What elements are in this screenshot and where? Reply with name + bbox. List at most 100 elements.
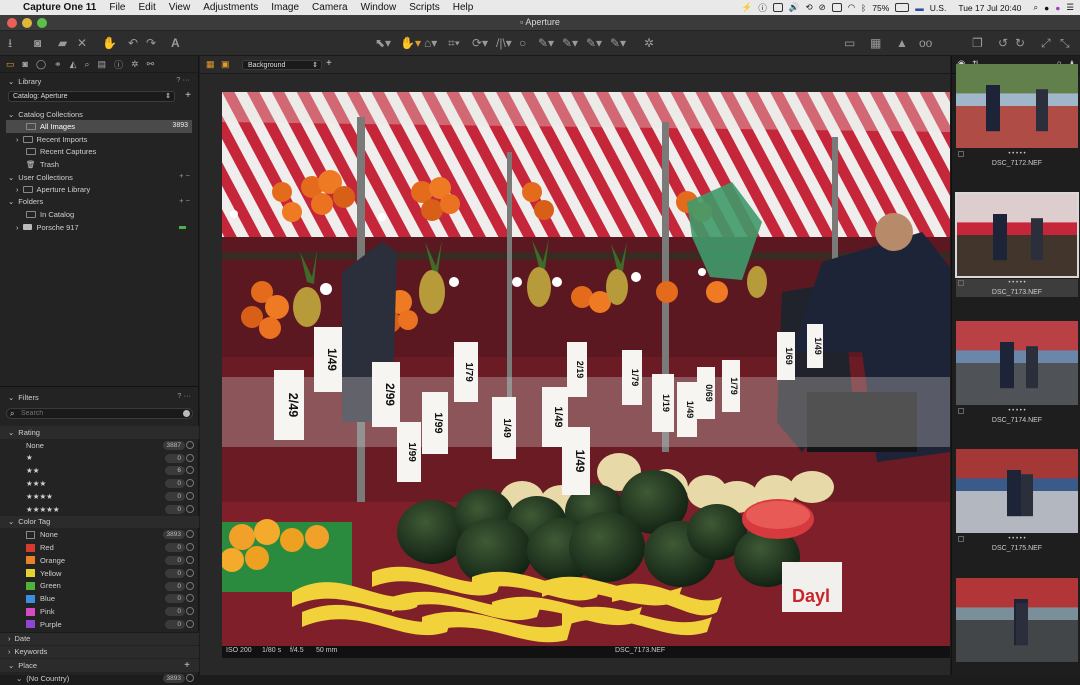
undo-icon[interactable]: ↶ (128, 36, 138, 51)
folder-in-catalog[interactable]: In Catalog (0, 208, 198, 221)
filter-toggle[interactable] (186, 607, 194, 616)
filter-toggle[interactable] (186, 555, 194, 564)
gradient-tool-icon[interactable]: ✎▾ (586, 36, 602, 51)
add-remove-folder-icon[interactable]: + − (179, 196, 190, 205)
fullscreen-icon[interactable]: ⤢ (1041, 36, 1051, 51)
rating-filter-row[interactable]: ★★ 6 (0, 464, 199, 477)
thumbnail-rating[interactable]: • • • • • (956, 279, 1078, 288)
filter-toggle[interactable] (186, 674, 194, 683)
grid-icon[interactable]: ▭ (844, 36, 855, 51)
color-tab-icon[interactable]: ⚭ (54, 59, 62, 70)
color-tag-filter-row[interactable]: Purple 0 (0, 618, 199, 631)
flag-icon[interactable]: ▬ (915, 3, 924, 13)
pan-tool-icon[interactable]: ✋▾ (400, 36, 421, 51)
rating-filter-row[interactable]: ★★★ 0 (0, 477, 199, 490)
rating-filter-row[interactable]: None 3887 (0, 439, 199, 452)
batch-tab-icon[interactable]: ⚯ (147, 59, 155, 70)
app-status-icon[interactable] (772, 3, 783, 12)
text-icon[interactable]: A (171, 36, 180, 51)
select-tool-icon[interactable]: ⬉▾ (375, 36, 391, 51)
user-collection-aperture[interactable]: › Aperture Library (0, 183, 198, 196)
color-picker-icon[interactable]: ✎▾ (610, 36, 626, 51)
settings-tab-icon[interactable]: ✲ (131, 59, 139, 70)
airplay-icon[interactable] (831, 3, 842, 12)
select-checkbox[interactable] (958, 280, 964, 286)
loupe-tool-icon[interactable]: ⌂▾ (424, 36, 437, 51)
thumbnail-rating[interactable]: • • • • • (956, 535, 1078, 544)
time-machine-icon[interactable]: ⟲ (805, 2, 812, 13)
app-menu[interactable]: Capture One 11 (23, 2, 96, 13)
filter-toggle[interactable] (186, 504, 194, 513)
folder-icon[interactable]: ▰ (58, 36, 67, 51)
main-photo[interactable]: Dayl 2/49 1/49 2/99 1/99 1/79 1/49 1/49 2/19 1/7… (222, 92, 950, 646)
expand-icon[interactable]: ⤡ (1060, 36, 1070, 51)
capture-tab-icon[interactable]: ◙ (23, 59, 28, 69)
reset-icon[interactable]: ↺ (998, 36, 1008, 51)
rotate-tool-icon[interactable]: ⟳▾ (472, 36, 488, 51)
wifi-icon[interactable]: ◠ (848, 2, 855, 13)
copy-adjustments-icon[interactable]: ❐ (972, 36, 983, 51)
filters-header[interactable]: ⌄ Filters ? ··· (0, 391, 199, 403)
overlay-icon[interactable]: ▦ (870, 36, 881, 51)
menu-file[interactable]: File (109, 2, 125, 13)
delete-icon[interactable]: ✕ (77, 36, 87, 51)
color-tag-filter-row[interactable]: Blue 0 (0, 592, 199, 605)
date-filter-header[interactable]: › Date (0, 631, 199, 645)
brush-tool-icon[interactable]: ✎▾ (538, 36, 554, 51)
add-catalog-icon[interactable]: + (185, 90, 191, 101)
color-tag-filter-row[interactable]: Yellow 0 (0, 567, 199, 580)
expand-chevron-icon[interactable]: › (16, 135, 19, 144)
filter-toggle[interactable] (186, 479, 194, 488)
color-tag-filter-row[interactable]: Pink 0 (0, 605, 199, 618)
thumbnail-rating[interactable]: • • • • • (956, 407, 1078, 416)
battery-icon[interactable] (895, 3, 910, 12)
color-tag-filter-row[interactable]: Orange 0 (0, 554, 199, 567)
folder-porsche[interactable]: › Porsche 917 (0, 221, 198, 234)
thumbnail-rating[interactable]: • • • • • (956, 150, 1078, 159)
filmstrip-thumbnail[interactable] (956, 321, 1078, 405)
collection-all-images[interactable]: All Images 3893 (6, 120, 192, 133)
detail-tab-icon[interactable]: ⌕ (85, 59, 90, 70)
select-checkbox[interactable] (958, 536, 964, 542)
clear-search-icon[interactable] (183, 410, 190, 417)
menu-view[interactable]: View (169, 2, 191, 13)
filmstrip-thumbnail[interactable] (956, 64, 1078, 148)
crop-tool-icon[interactable]: ⌗▾ (448, 36, 460, 51)
exposure-tab-icon[interactable]: ◭ (70, 59, 77, 70)
rating-filter-row[interactable]: ★★★★ 0 (0, 490, 199, 503)
filter-toggle[interactable] (186, 581, 194, 590)
collection-recent-imports[interactable]: › Recent Imports (0, 133, 198, 146)
menu-help[interactable]: Help (453, 2, 474, 13)
siri-icon[interactable]: ● (1055, 3, 1060, 13)
place-filter-header[interactable]: ⌄ Place + (0, 659, 199, 673)
filmstrip-thumbnail[interactable] (956, 449, 1078, 533)
color-tag-filter-row[interactable]: Green 0 (0, 580, 199, 593)
menu-camera[interactable]: Camera (312, 2, 348, 13)
color-tag-filter-row[interactable]: None 3893 (0, 528, 199, 541)
bluetooth-icon[interactable]: ᛒ (861, 3, 866, 13)
filter-toggle[interactable] (186, 568, 194, 577)
notification-center-icon[interactable]: ☰ (1066, 2, 1074, 13)
sync-icon[interactable]: ⊘ (819, 2, 826, 13)
expand-chevron-icon[interactable]: › (16, 185, 19, 194)
filter-toggle[interactable] (186, 466, 194, 475)
filters-search[interactable]: ⌕ (6, 408, 193, 419)
catalog-select[interactable]: Catalog: Aperture ⇕ (8, 91, 175, 102)
menu-image[interactable]: Image (271, 2, 299, 13)
select-checkbox[interactable] (958, 151, 964, 157)
input-source[interactable]: U.S. (930, 3, 947, 13)
menu-scripts[interactable]: Scripts (409, 2, 440, 13)
style-select[interactable]: Background ⇕ (242, 60, 322, 70)
filter-toggle[interactable] (186, 543, 194, 552)
rating-filter-row[interactable]: ★ 0 (0, 452, 199, 465)
metadata-tab-icon[interactable]: ▤ (98, 59, 107, 70)
filter-toggle[interactable] (186, 491, 194, 500)
exposure-warning-icon[interactable]: ▲ (896, 36, 908, 51)
catalog-collections-header[interactable]: ⌄ Catalog Collections (0, 108, 198, 120)
library-header[interactable]: ⌄ Library ? ··· (0, 75, 198, 87)
menu-adjustments[interactable]: Adjustments (203, 2, 258, 13)
filters-help-icon[interactable]: ? ··· (177, 391, 191, 400)
expand-chevron-icon[interactable]: › (16, 223, 19, 232)
folders-header[interactable]: ⌄ Folders + − (0, 196, 198, 208)
grid-view-icon[interactable]: ▦ (206, 59, 215, 70)
